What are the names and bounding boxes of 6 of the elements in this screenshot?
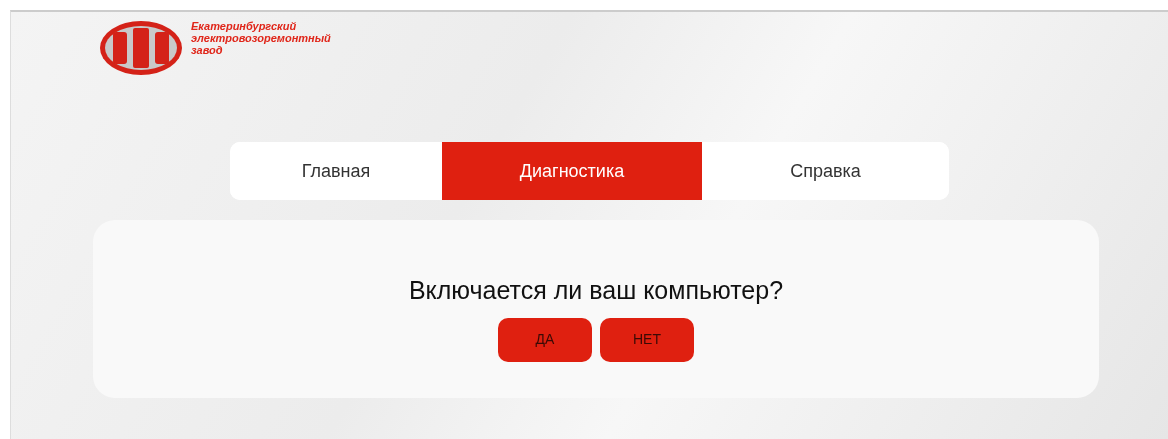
question-text: Включается ли ваш компьютер? [408, 275, 784, 306]
company-name: Екатеринбургский электровозоремонтный завод [191, 20, 331, 56]
answer-button[interactable]: ДА [498, 317, 592, 362]
nav-tab[interactable]: Диагностика [442, 142, 702, 200]
answer-button[interactable]: НЕТ [600, 317, 694, 362]
logo-icon [99, 20, 183, 76]
